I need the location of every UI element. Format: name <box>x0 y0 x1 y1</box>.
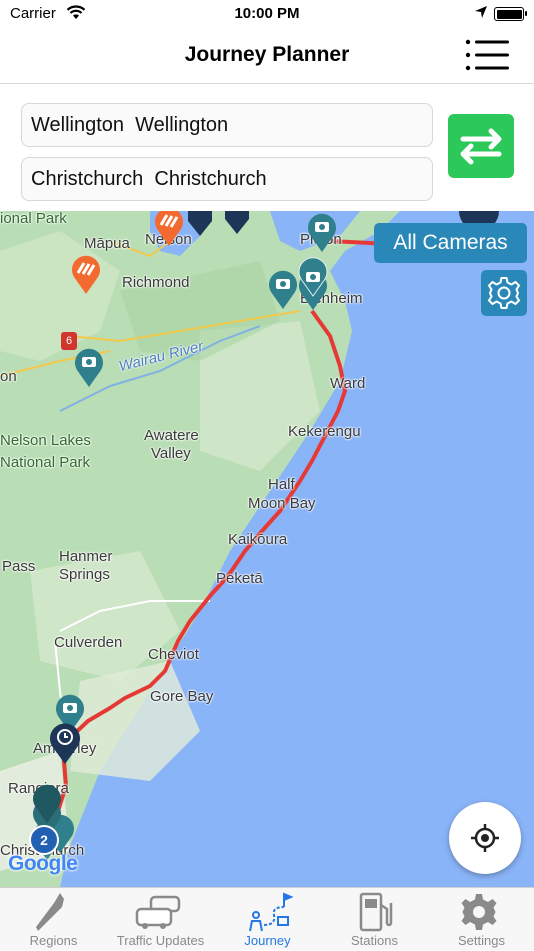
delay-marker[interactable] <box>47 721 83 770</box>
nav-bar: Journey Planner <box>0 28 534 84</box>
map-label-national-park: ional Park <box>0 211 67 227</box>
crosshair-icon <box>471 824 499 852</box>
tab-label: Regions <box>29 933 78 948</box>
camera-marker-3[interactable] <box>296 255 330 316</box>
gear-icon <box>487 277 521 309</box>
my-location-button[interactable] <box>449 802 521 874</box>
map-label-cheviot: Cheviot <box>148 646 199 663</box>
cars-icon <box>135 895 181 929</box>
tab-bar: Regions Traffic Updates Journey Stations <box>0 887 534 950</box>
tab-journey[interactable]: Journey <box>214 888 321 951</box>
route-form <box>0 85 534 211</box>
tab-settings[interactable]: Settings <box>428 888 534 951</box>
map-label-half: Half <box>268 476 295 493</box>
roadworks-pin-icon <box>155 211 183 246</box>
tab-traffic-updates[interactable]: Traffic Updates <box>107 888 214 951</box>
journey-route-icon <box>249 892 294 932</box>
tab-regions[interactable]: Regions <box>0 888 107 951</box>
map-label-richmond: Richmond <box>122 274 190 291</box>
map-label-awatere: Awatere <box>144 427 199 444</box>
camera-marker-2[interactable] <box>266 268 300 315</box>
incident-marker[interactable] <box>184 211 216 242</box>
camera-pin-icon <box>269 270 297 309</box>
map-label-pass: Pass <box>2 558 36 575</box>
camera-pin-icon <box>308 213 336 252</box>
camera-marker-4[interactable] <box>72 346 106 393</box>
map-label-nelson-lakes-park: National Park <box>0 454 91 471</box>
map-label-awatere-valley: Valley <box>151 445 191 462</box>
tab-label: Journey <box>244 933 291 948</box>
clock-pin-icon <box>50 723 80 764</box>
map-view[interactable]: ional Park Māpua Nelson Richmond Picton … <box>0 211 534 887</box>
location-arrow-icon <box>474 5 488 23</box>
fuel-station-icon <box>359 892 393 932</box>
marker-cluster-badge[interactable]: 2 <box>29 825 59 855</box>
map-label-kaikoura: Kaikōura <box>228 531 288 548</box>
map-label-on: on <box>0 368 17 385</box>
map-label-nelson-lakes: Nelson Lakes <box>0 432 91 449</box>
map-settings-button[interactable] <box>481 270 527 316</box>
hamburger-menu-icon <box>465 39 509 71</box>
nz-map-icon <box>36 893 64 931</box>
camera-pin-icon <box>75 348 103 387</box>
battery-icon <box>494 7 527 21</box>
tab-label: Settings <box>458 933 505 948</box>
gear-icon <box>461 894 497 930</box>
origin-input[interactable] <box>21 103 433 147</box>
all-cameras-button[interactable]: All Cameras <box>374 223 527 263</box>
destination-input[interactable] <box>21 157 433 201</box>
swap-arrows-icon <box>460 128 502 165</box>
warning-pin-icon <box>225 211 249 234</box>
clock: 10:00 PM <box>234 5 300 22</box>
map-label-springs: Springs <box>59 566 110 583</box>
tab-stations[interactable]: Stations <box>321 888 428 951</box>
status-bar: Carrier 10:00 PM <box>0 0 534 28</box>
page-title: Journey Planner <box>184 43 350 66</box>
map-label-mapua: Māpua <box>84 235 130 252</box>
warning-pin-icon <box>188 211 212 236</box>
google-attribution: Google <box>8 852 78 875</box>
tab-label: Traffic Updates <box>116 933 205 948</box>
tab-label: Stations <box>351 933 398 948</box>
menu-button[interactable] <box>462 38 512 72</box>
swap-route-button[interactable] <box>448 114 514 178</box>
roadworks-marker-2[interactable] <box>152 211 186 252</box>
map-label-ward: Ward <box>330 375 366 392</box>
map-label-culverden: Culverden <box>54 634 123 651</box>
map-label-gore-bay: Gore Bay <box>150 688 214 705</box>
map-label-hanmer: Hanmer <box>59 548 113 565</box>
map-label-kekerengu: Kekerengu <box>288 423 361 440</box>
incident-marker-2[interactable] <box>221 211 253 240</box>
roadworks-pin-icon <box>72 255 100 294</box>
map-label-peketa: Peketā <box>216 570 263 587</box>
camera-pin-icon <box>298 257 328 310</box>
roadworks-marker[interactable] <box>69 253 103 300</box>
camera-marker[interactable] <box>305 211 339 258</box>
map-label-moon-bay: Moon Bay <box>248 495 316 512</box>
